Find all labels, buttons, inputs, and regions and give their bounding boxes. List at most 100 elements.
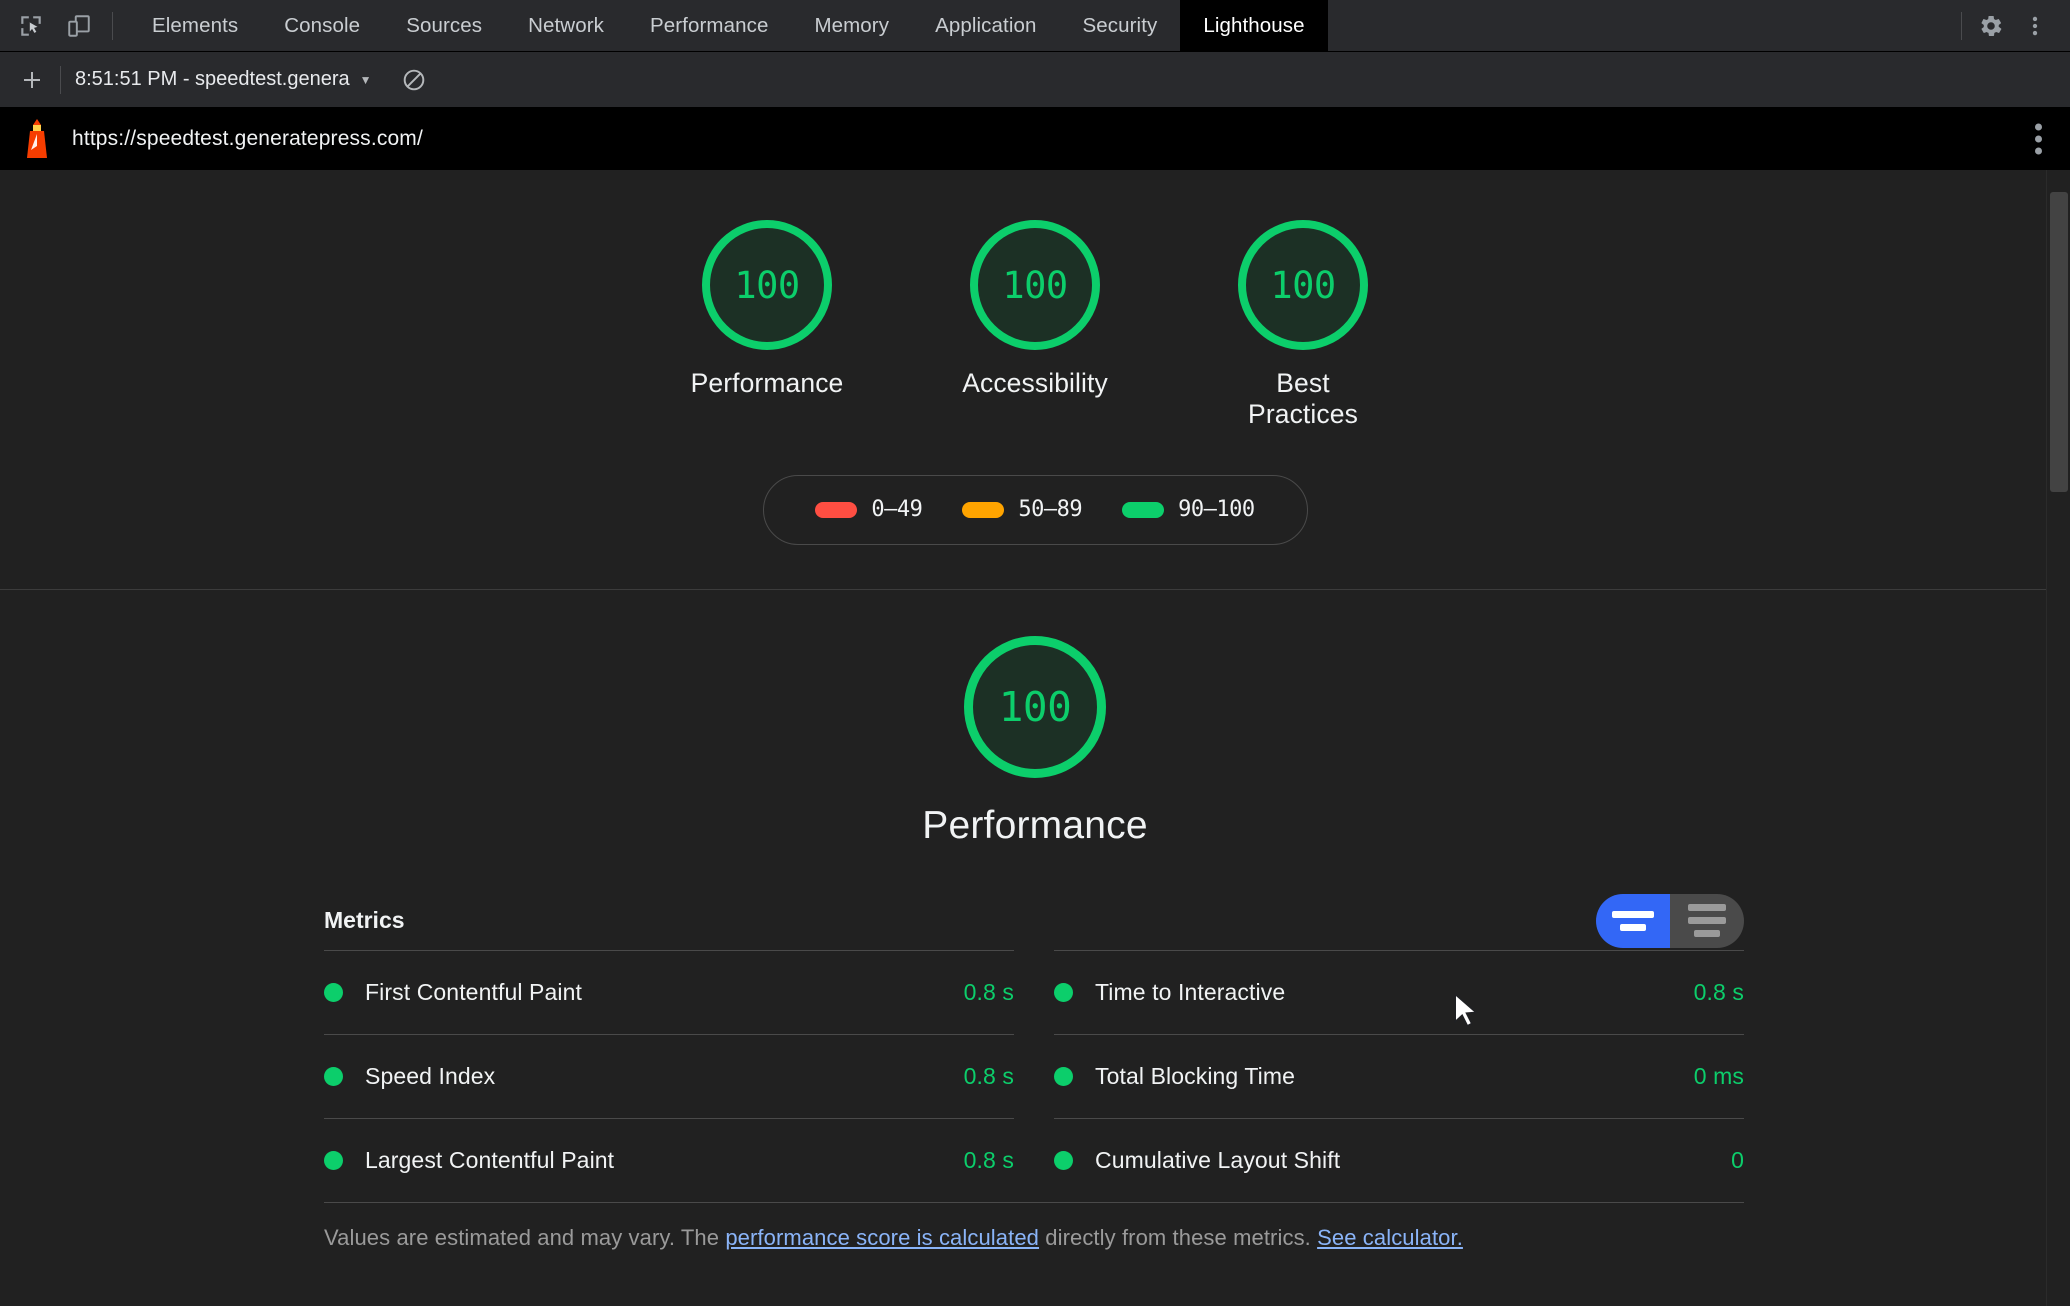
status-dot-pass [1054, 982, 1073, 1002]
toolbar-divider [112, 11, 113, 40]
lighthouse-report-header: https://speedtest.generatepress.com/ [0, 108, 2070, 170]
lighthouse-report-body: 100 Performance 100 Accessibility 100 Be… [0, 170, 2070, 1306]
detailed-view-bar-1 [1688, 904, 1726, 912]
inspect-element-button[interactable] [10, 6, 52, 46]
see-calculator-link[interactable]: See calculator. [1317, 1225, 1463, 1250]
metric-label: Largest Contentful Paint [365, 1146, 615, 1173]
performance-category-score: 100 [964, 635, 1106, 778]
metric-value: 0 [1731, 1146, 1744, 1173]
devtools-tool-icons [0, 0, 129, 51]
metric-value: 0.8 s [1693, 978, 1744, 1005]
report-selector-label: 8:51:51 PM - speedtest.genera [75, 68, 350, 90]
metric-row-first-contentful-paint[interactable]: First Contentful Paint 0.8 s [324, 949, 1014, 1034]
gauge-accessibility[interactable]: 100 Accessibility [934, 220, 1136, 399]
lh-toolbar-divider [60, 65, 61, 94]
tab-console[interactable]: Console [261, 0, 383, 51]
metrics-view-toggle[interactable] [1596, 893, 1744, 948]
gauge-performance[interactable]: 100 Performance [666, 220, 868, 399]
detailed-view-toggle[interactable] [1670, 893, 1744, 948]
legend-pill-pass [1122, 501, 1165, 518]
report-options-dot-3 [2035, 147, 2042, 155]
tab-lighthouse[interactable]: Lighthouse [1180, 0, 1328, 51]
gauge-performance-score: 100 [702, 220, 832, 350]
performance-category-section: 100 Performance Metrics First Contentful… [0, 590, 2070, 1251]
device-toolbar-icon [68, 14, 90, 37]
chevron-down-icon: ▼ [359, 72, 372, 87]
tab-security[interactable]: Security [1059, 0, 1180, 51]
tab-network[interactable]: Network [505, 0, 627, 51]
metric-label: Total Blocking Time [1095, 1062, 1296, 1089]
legend-label-pass: 90–100 [1178, 497, 1255, 523]
performance-category-gauge: 100 Performance [0, 635, 2070, 848]
metric-label: Cumulative Layout Shift [1095, 1146, 1341, 1173]
status-dot-pass [1054, 1150, 1073, 1170]
gauge-best-practices[interactable]: 100 Best Practices [1202, 220, 1404, 431]
metric-value: 0.8 s [963, 978, 1014, 1005]
legend-label-average: 50–89 [1018, 497, 1083, 523]
settings-button[interactable] [1970, 6, 2012, 46]
metrics-heading: Metrics [324, 907, 405, 934]
simple-view-toggle[interactable] [1596, 893, 1670, 948]
metric-row-cumulative-layout-shift[interactable]: Cumulative Layout Shift 0 [1054, 1117, 1744, 1202]
metrics-grid: First Contentful Paint 0.8 s Time to Int… [324, 949, 1744, 1202]
metric-row-largest-contentful-paint[interactable]: Largest Contentful Paint 0.8 s [324, 1117, 1014, 1202]
tab-sources[interactable]: Sources [383, 0, 505, 51]
simple-view-bar-1 [1612, 910, 1654, 918]
gauge-best-practices-score: 100 [1238, 220, 1368, 350]
metrics-section: Metrics First Contentful Paint 0.8 s Tim… [0, 892, 2070, 1251]
new-audit-button[interactable] [10, 60, 54, 100]
metric-row-speed-index[interactable]: Speed Index 0.8 s [324, 1033, 1014, 1118]
metrics-footnote: Values are estimated and may vary. The p… [324, 1201, 1744, 1251]
metric-row-total-blocking-time[interactable]: Total Blocking Time 0 ms [1054, 1033, 1744, 1118]
tab-memory[interactable]: Memory [791, 0, 912, 51]
lighthouse-panel-toolbar: 8:51:51 PM - speedtest.genera ▼ [0, 52, 2070, 108]
score-legend: 0–49 50–89 90–100 [762, 474, 1308, 545]
detailed-view-bar-2 [1688, 917, 1726, 925]
plus-icon [24, 71, 40, 88]
lighthouse-logo-icon [27, 119, 47, 158]
report-scrollbar[interactable] [2046, 170, 2070, 1306]
status-dot-pass [324, 982, 343, 1002]
category-scores-block: 100 Performance 100 Accessibility 100 Be… [0, 170, 2070, 590]
gauge-best-practices-label: Best Practices [1248, 368, 1358, 430]
devtools-right-controls [1955, 0, 2070, 51]
report-options-button[interactable] [2035, 123, 2042, 155]
metric-value: 0 ms [1693, 1062, 1744, 1089]
status-dot-pass [324, 1150, 343, 1170]
right-controls-divider [1961, 11, 1962, 40]
tab-performance[interactable]: Performance [627, 0, 791, 51]
legend-item-fail: 0–49 [815, 497, 923, 523]
gear-icon [1981, 15, 2002, 36]
detailed-view-bar-3 [1694, 930, 1720, 938]
devtools-more-button[interactable] [2014, 6, 2056, 46]
simple-view-bar-2 [1620, 923, 1646, 931]
clear-reports-button[interactable] [392, 60, 436, 100]
clear-reports-icon [403, 69, 424, 90]
legend-pill-fail [815, 501, 858, 518]
status-dot-pass [1054, 1066, 1073, 1086]
legend-item-pass: 90–100 [1122, 497, 1255, 523]
report-scrollbar-thumb[interactable] [2050, 192, 2068, 492]
gauge-performance-label: Performance [690, 368, 844, 398]
report-url: https://speedtest.generatepress.com/ [72, 127, 423, 150]
status-dot-pass [324, 1066, 343, 1086]
devtools-tabbar: Elements Console Sources Network Perform… [0, 0, 2070, 52]
report-selector-dropdown[interactable]: 8:51:51 PM - speedtest.genera ▼ [67, 63, 380, 96]
more-vertical-icon [2032, 16, 2038, 35]
legend-label-fail: 0–49 [871, 497, 923, 523]
device-toolbar-button[interactable] [58, 6, 100, 46]
devtools-tab-list: Elements Console Sources Network Perform… [129, 0, 1955, 51]
legend-pill-average [962, 501, 1005, 518]
gauge-accessibility-label: Accessibility [962, 368, 1108, 398]
score-gauges: 100 Performance 100 Accessibility 100 Be… [0, 220, 2070, 431]
performance-category-title: Performance [922, 803, 1148, 847]
metrics-header: Metrics [324, 892, 1744, 950]
performance-score-link[interactable]: performance score is calculated [725, 1225, 1039, 1250]
tab-application[interactable]: Application [912, 0, 1059, 51]
report-options-dot-2 [2035, 135, 2042, 143]
metric-label: First Contentful Paint [365, 978, 582, 1005]
metric-row-time-to-interactive[interactable]: Time to Interactive 0.8 s [1054, 949, 1744, 1034]
tab-elements[interactable]: Elements [129, 0, 261, 51]
gauge-accessibility-score: 100 [970, 220, 1100, 350]
footnote-part-2: directly from these metrics. [1039, 1224, 1318, 1250]
